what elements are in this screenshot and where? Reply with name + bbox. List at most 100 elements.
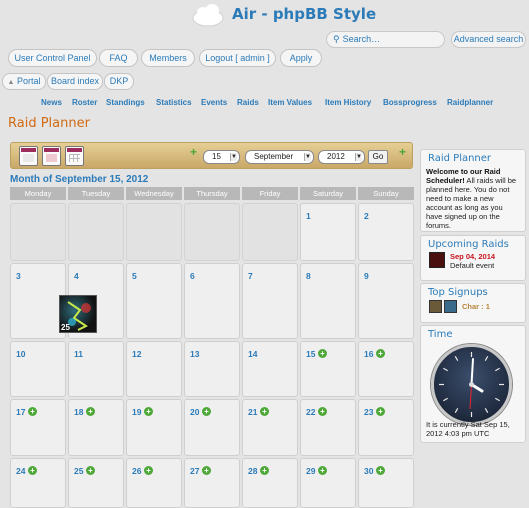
day-number[interactable]: 16 <box>364 349 373 359</box>
day-number[interactable]: 10 <box>16 349 25 359</box>
calendar-day-cell[interactable]: 13 <box>184 341 240 397</box>
calendar-day-cell[interactable]: 2 <box>358 203 414 261</box>
upcoming-raid-date[interactable]: Sep 04, 2014 <box>450 252 495 261</box>
calendar-day-cell[interactable]: 1 <box>300 203 356 261</box>
day-number[interactable]: 14 <box>248 349 257 359</box>
calendar-day-cell[interactable]: 21 + <box>242 399 298 456</box>
day-number[interactable]: 28 <box>248 466 257 476</box>
logout-button[interactable]: Logout [ admin ] <box>199 49 276 67</box>
month-select[interactable]: September ▼ <box>245 150 314 164</box>
calendar-day-cell[interactable]: 19 + <box>126 399 182 456</box>
nav-events[interactable]: Events <box>201 98 227 107</box>
calendar-day-cell[interactable]: 28 + <box>242 458 298 508</box>
nav-raidplanner[interactable]: Raidplanner <box>447 98 493 107</box>
calendar-day-cell[interactable]: 27 + <box>184 458 240 508</box>
calendar-day-cell[interactable]: 15 + <box>300 341 356 397</box>
breadcrumb-portal[interactable]: ▲ Portal <box>2 73 46 90</box>
calendar-day-cell[interactable]: 11 <box>68 341 124 397</box>
members-button[interactable]: Members <box>141 49 195 67</box>
add-raid-icon[interactable]: + <box>376 466 385 475</box>
ucp-button[interactable]: User Control Panel <box>8 49 97 67</box>
add-event-icon[interactable]: + <box>190 146 197 158</box>
raid-event-thumbnail[interactable]: 25 <box>59 295 97 333</box>
day-number[interactable]: 22 <box>306 407 315 417</box>
calendar-day-cell[interactable]: 10 <box>10 341 66 397</box>
day-number[interactable]: 29 <box>306 466 315 476</box>
add-raid-icon[interactable]: + <box>318 407 327 416</box>
day-number[interactable]: 19 <box>132 407 141 417</box>
site-title[interactable]: Air - phpBB Style <box>232 5 376 23</box>
year-select[interactable]: 2012 ▼ <box>318 150 365 164</box>
advanced-search-button[interactable]: Advanced search <box>451 31 526 48</box>
add-raid-icon[interactable]: + <box>318 349 327 358</box>
calendar-day-cell[interactable]: 29 + <box>300 458 356 508</box>
add-raid-icon[interactable]: + <box>86 466 95 475</box>
add-event-icon[interactable]: + <box>399 146 406 158</box>
day-number[interactable]: 25 <box>74 466 83 476</box>
add-raid-icon[interactable]: + <box>376 349 385 358</box>
day-number[interactable]: 26 <box>132 466 141 476</box>
day-number[interactable]: 6 <box>190 271 195 281</box>
calendar-day-cell[interactable]: 14 <box>242 341 298 397</box>
calendar-day-cell[interactable]: 17 + <box>10 399 66 456</box>
add-raid-icon[interactable]: + <box>260 407 269 416</box>
calendar-day-cell[interactable]: 23 + <box>358 399 414 456</box>
nav-item-values[interactable]: Item Values <box>268 98 312 107</box>
top-signup-entry[interactable]: Char : 1 <box>462 302 490 311</box>
day-number[interactable]: 5 <box>132 271 137 281</box>
calendar-day-cell[interactable]: 18 + <box>68 399 124 456</box>
day-number[interactable]: 4 <box>74 271 79 281</box>
day-number[interactable]: 15 <box>306 349 315 359</box>
calendar-day-cell[interactable]: 30 + <box>358 458 414 508</box>
calendar-day-cell[interactable]: 26 + <box>126 458 182 508</box>
nav-raids[interactable]: Raids <box>237 98 259 107</box>
day-number[interactable]: 18 <box>74 407 83 417</box>
day-number[interactable]: 21 <box>248 407 257 417</box>
add-raid-icon[interactable]: + <box>144 407 153 416</box>
day-number[interactable]: 3 <box>16 271 21 281</box>
add-raid-icon[interactable]: + <box>260 466 269 475</box>
faq-button[interactable]: FAQ <box>99 49 138 67</box>
calendar-day-cell[interactable]: 9 <box>358 263 414 339</box>
nav-news[interactable]: News <box>41 98 62 107</box>
search-input[interactable]: ⚲ Search… <box>326 31 445 48</box>
day-view-icon[interactable] <box>19 146 38 166</box>
calendar-day-cell[interactable]: 25 + <box>68 458 124 508</box>
day-number[interactable]: 2 <box>364 211 369 221</box>
day-number[interactable]: 9 <box>364 271 369 281</box>
month-view-icon[interactable] <box>65 146 84 166</box>
nav-item-history[interactable]: Item History <box>325 98 371 107</box>
nav-roster[interactable]: Roster <box>72 98 97 107</box>
add-raid-icon[interactable]: + <box>28 407 37 416</box>
calendar-day-cell[interactable]: 7 <box>242 263 298 339</box>
day-number[interactable]: 7 <box>248 271 253 281</box>
calendar-day-cell[interactable]: 22 + <box>300 399 356 456</box>
calendar-day-cell[interactable]: 20 + <box>184 399 240 456</box>
nav-bossprogress[interactable]: Bossprogress <box>383 98 437 107</box>
add-raid-icon[interactable]: + <box>202 466 211 475</box>
calendar-day-cell[interactable]: 12 <box>126 341 182 397</box>
add-raid-icon[interactable]: + <box>318 466 327 475</box>
calendar-day-cell[interactable]: 24 + <box>10 458 66 508</box>
add-raid-icon[interactable]: + <box>202 407 211 416</box>
breadcrumb-board-index[interactable]: Board index <box>47 73 103 90</box>
day-number[interactable]: 24 <box>16 466 25 476</box>
day-number[interactable]: 12 <box>132 349 141 359</box>
calendar-day-cell[interactable]: 6 <box>184 263 240 339</box>
apply-button[interactable]: Apply <box>280 49 322 67</box>
add-raid-icon[interactable]: + <box>144 466 153 475</box>
day-select[interactable]: 15 ▼ <box>203 150 240 164</box>
day-number[interactable]: 23 <box>364 407 373 417</box>
day-number[interactable]: 13 <box>190 349 199 359</box>
day-number[interactable]: 1 <box>306 211 311 221</box>
breadcrumb-dkp[interactable]: DKP <box>104 73 134 90</box>
day-number[interactable]: 20 <box>190 407 199 417</box>
calendar-day-cell[interactable]: 3 <box>10 263 66 339</box>
go-button[interactable]: Go <box>368 150 388 164</box>
day-number[interactable]: 17 <box>16 407 25 417</box>
day-number[interactable]: 30 <box>364 466 373 476</box>
nav-standings[interactable]: Standings <box>106 98 145 107</box>
day-number[interactable]: 27 <box>190 466 199 476</box>
add-raid-icon[interactable]: + <box>376 407 385 416</box>
add-raid-icon[interactable]: + <box>86 407 95 416</box>
